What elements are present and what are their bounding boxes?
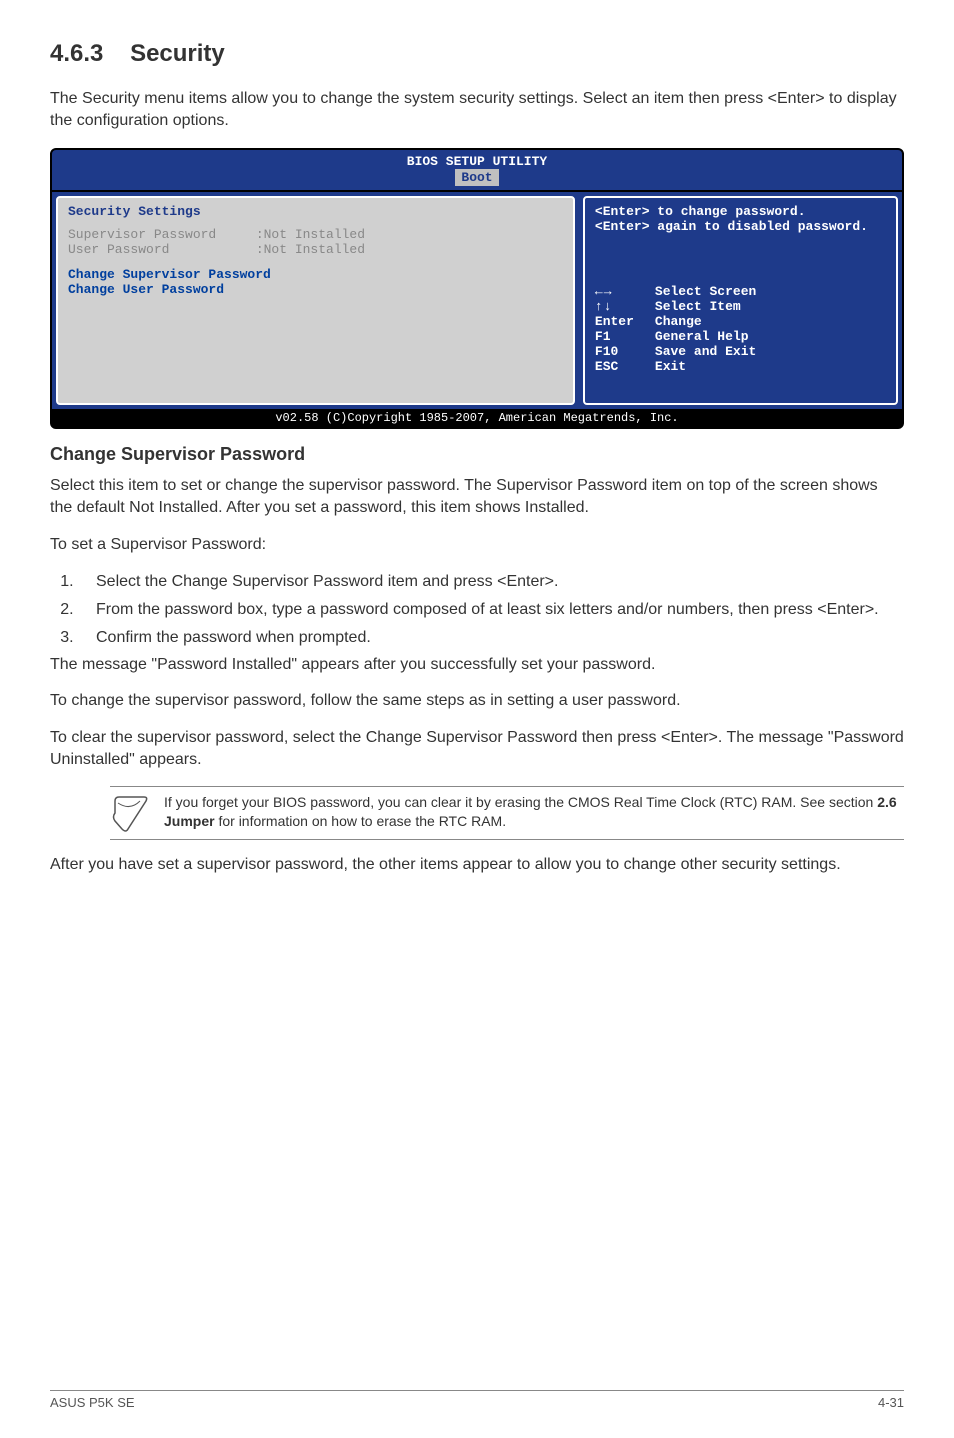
change-supervisor-password-item[interactable]: Change Supervisor Password bbox=[68, 267, 563, 282]
user-password-row: User Password :Not Installed bbox=[68, 242, 563, 257]
bios-title: BIOS SETUP UTILITY bbox=[52, 150, 902, 169]
nav-select-item: ↑↓Select Item bbox=[595, 299, 886, 314]
supervisor-password-value: :Not Installed bbox=[256, 227, 365, 242]
note-text: If you forget your BIOS password, you ca… bbox=[164, 793, 904, 832]
nav-general-help: F1General Help bbox=[595, 329, 886, 344]
paragraph-4: To change the supervisor password, follo… bbox=[50, 690, 904, 712]
paragraph-5: To clear the supervisor password, select… bbox=[50, 727, 904, 772]
paragraph-2: To set a Supervisor Password: bbox=[50, 534, 904, 556]
nav-exit: ESCExit bbox=[595, 359, 886, 374]
bios-left-panel: Security Settings Supervisor Password :N… bbox=[56, 196, 575, 405]
steps-list: Select the Change Supervisor Password it… bbox=[78, 570, 904, 650]
section-number: 4.6.3 bbox=[50, 40, 103, 67]
f10-key: F10 bbox=[595, 344, 655, 359]
up-down-arrows-icon: ↑↓ bbox=[595, 299, 655, 314]
f1-key: F1 bbox=[595, 329, 655, 344]
nav-save-exit: F10Save and Exit bbox=[595, 344, 886, 359]
bios-copyright: v02.58 (C)Copyright 1985-2007, American … bbox=[52, 409, 902, 427]
nav-change: EnterChange bbox=[595, 314, 886, 329]
user-password-label: User Password bbox=[68, 242, 248, 257]
step-3: Confirm the password when prompted. bbox=[78, 626, 904, 650]
page-footer: ASUS P5K SE 4-31 bbox=[50, 1390, 904, 1410]
nav-save-exit-label: Save and Exit bbox=[655, 344, 756, 359]
bios-help-text: <Enter> to change password. <Enter> agai… bbox=[595, 204, 886, 234]
footer-left: ASUS P5K SE bbox=[50, 1395, 135, 1410]
change-user-password-item[interactable]: Change User Password bbox=[68, 282, 563, 297]
paragraph-1: Select this item to set or change the su… bbox=[50, 475, 904, 520]
bios-body: Security Settings Supervisor Password :N… bbox=[52, 190, 902, 409]
step-1: Select the Change Supervisor Password it… bbox=[78, 570, 904, 594]
section-title: Security bbox=[130, 40, 225, 67]
nav-select-screen-label: Select Screen bbox=[655, 284, 756, 299]
section-heading: 4.6.3 Security bbox=[50, 40, 904, 68]
supervisor-password-label: Supervisor Password bbox=[68, 227, 248, 242]
paragraph-3: The message "Password Installed" appears… bbox=[50, 654, 904, 676]
nav-select-screen: ←→Select Screen bbox=[595, 284, 886, 299]
intro-paragraph: The Security menu items allow you to cha… bbox=[50, 88, 904, 133]
bios-nav-keys: ←→Select Screen ↑↓Select Item EnterChang… bbox=[595, 284, 886, 374]
note-icon bbox=[110, 793, 150, 833]
step-2: From the password box, type a password c… bbox=[78, 598, 904, 622]
nav-exit-label: Exit bbox=[655, 359, 686, 374]
change-supervisor-password-heading: Change Supervisor Password bbox=[50, 444, 904, 465]
bios-window: BIOS SETUP UTILITY Boot Security Setting… bbox=[50, 148, 904, 429]
nav-select-item-label: Select Item bbox=[655, 299, 741, 314]
left-right-arrows-icon: ←→ bbox=[595, 284, 655, 299]
bios-tab-row: Boot bbox=[52, 169, 902, 190]
enter-key: Enter bbox=[595, 314, 655, 329]
note-box: If you forget your BIOS password, you ca… bbox=[110, 786, 904, 840]
user-password-value: :Not Installed bbox=[256, 242, 365, 257]
esc-key: ESC bbox=[595, 359, 655, 374]
supervisor-password-row: Supervisor Password :Not Installed bbox=[68, 227, 563, 242]
bios-tab-boot[interactable]: Boot bbox=[455, 169, 498, 186]
bios-right-panel: <Enter> to change password. <Enter> agai… bbox=[583, 196, 898, 405]
footer-right: 4-31 bbox=[878, 1395, 904, 1410]
security-settings-heading: Security Settings bbox=[68, 204, 563, 219]
nav-change-label: Change bbox=[655, 314, 702, 329]
nav-general-help-label: General Help bbox=[655, 329, 749, 344]
paragraph-6: After you have set a supervisor password… bbox=[50, 854, 904, 876]
